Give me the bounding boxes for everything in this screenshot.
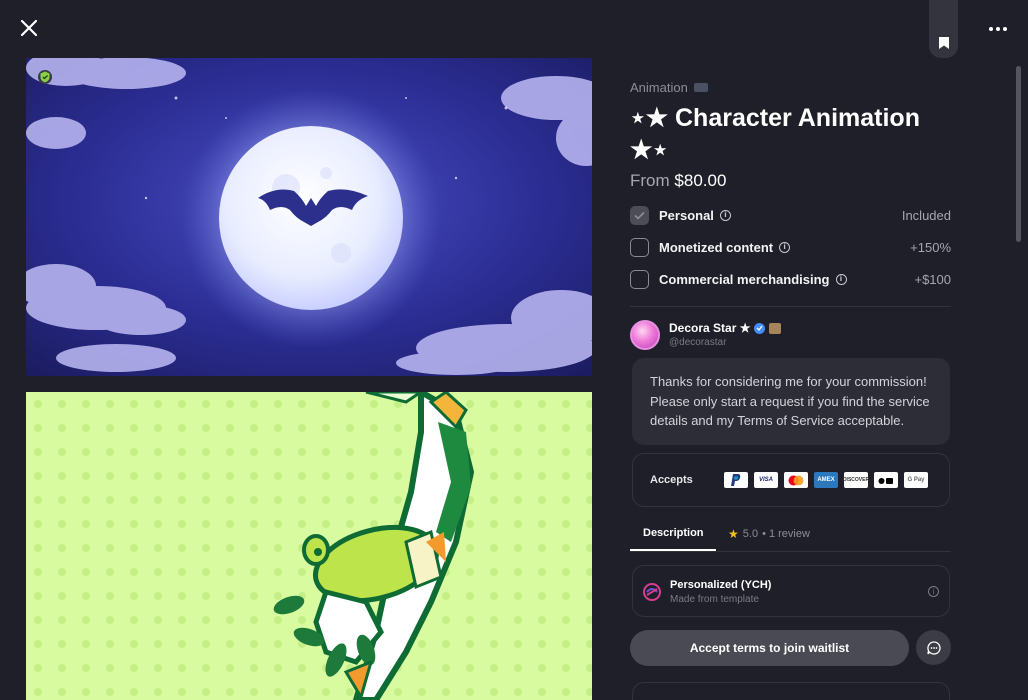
license-option-monetized[interactable]: Monetized content i +150% [630,236,951,258]
artwork-preview-moon[interactable] [26,58,592,376]
bookmark-button[interactable] [929,0,958,58]
bookmark-icon [938,37,949,49]
more-icon-dot [1003,27,1007,31]
option-value: +$100 [914,271,951,287]
option-value: +150% [910,239,951,255]
info-icon[interactable]: i [835,273,847,285]
price: From $80.00 [630,171,726,191]
creator-message: Thanks for considering me for your commi… [632,358,950,445]
google-pay-icon: G Pay [904,472,928,488]
creator-name-row[interactable]: Decora Star ★ [669,321,782,335]
check-icon [634,211,645,220]
star-icon: ★ [728,527,739,541]
info-icon[interactable]: i [719,209,731,221]
character-illustration [26,392,592,700]
option-label: Monetized content [659,239,774,255]
service-type-card[interactable]: Personalized (YCH) Made from template i [632,565,950,617]
tab-reviews[interactable]: ★ 5.0 • 1 review [728,527,810,541]
scrollbar[interactable] [1015,60,1023,700]
scrollbar-thumb[interactable] [1016,66,1021,242]
creator-handle: @decorastar [669,337,727,348]
license-option-commercial[interactable]: Commercial merchandising i +$100 [630,268,951,290]
amex-icon: AMEX [814,472,838,488]
divider [630,306,951,307]
emoji-icon [769,322,782,334]
option-value: Included [901,207,951,223]
service-type-title: Personalized (YCH) [670,579,772,591]
more-icon-dot [996,27,1000,31]
discover-icon: DISCOVER [843,472,869,488]
chat-icon [926,640,941,655]
info-icon[interactable]: i [779,241,791,253]
option-label: Commercial merchandising [659,271,830,287]
checkbox-personal[interactable] [630,205,649,225]
moon-bat-illustration [26,58,592,376]
price-value: $80.00 [674,171,727,190]
mastercard-icon [784,472,808,488]
payment-methods: Accepts VISA AMEX DISCOVER G Pay [632,453,950,507]
apple-pay-icon [874,472,898,488]
rating-value: 5.0 [742,528,759,540]
creator-name: Decora Star ★ [669,321,751,335]
listing-title: ⋆★ Character Animation ★⋆ [630,104,920,164]
checkbox-commercial[interactable] [630,269,649,289]
next-section-card [632,682,950,700]
category-text: Animation [630,80,688,95]
info-icon[interactable]: i [928,586,939,597]
license-option-personal[interactable]: Personal i Included [630,204,951,226]
tab-description[interactable]: Description [630,520,716,551]
more-icon-dot [989,27,993,31]
option-label: Personal [659,207,714,223]
creator-avatar[interactable] [630,320,660,350]
checkbox-monetized[interactable] [630,237,649,257]
verified-icon [754,322,766,334]
paypal-icon [724,472,748,488]
accepts-label: Accepts [650,474,693,486]
tab-divider [630,551,951,552]
verified-badge-icon [38,70,52,84]
visa-icon: VISA [754,472,778,488]
detail-tabs: Description ★ 5.0 • 1 review [630,520,951,552]
join-waitlist-button[interactable]: Accept terms to join waitlist [630,630,909,666]
template-icon [643,583,661,601]
artwork-preview-character[interactable] [26,392,592,700]
service-type-subtitle: Made from template [670,594,759,605]
close-button[interactable] [16,15,42,41]
close-icon [20,19,38,37]
category-label[interactable]: Animation [630,80,708,95]
price-prefix: From [630,171,670,190]
message-button[interactable] [916,630,951,665]
animation-icon [693,83,708,92]
review-count: • 1 review [762,528,810,540]
more-options-button[interactable] [984,18,1012,40]
